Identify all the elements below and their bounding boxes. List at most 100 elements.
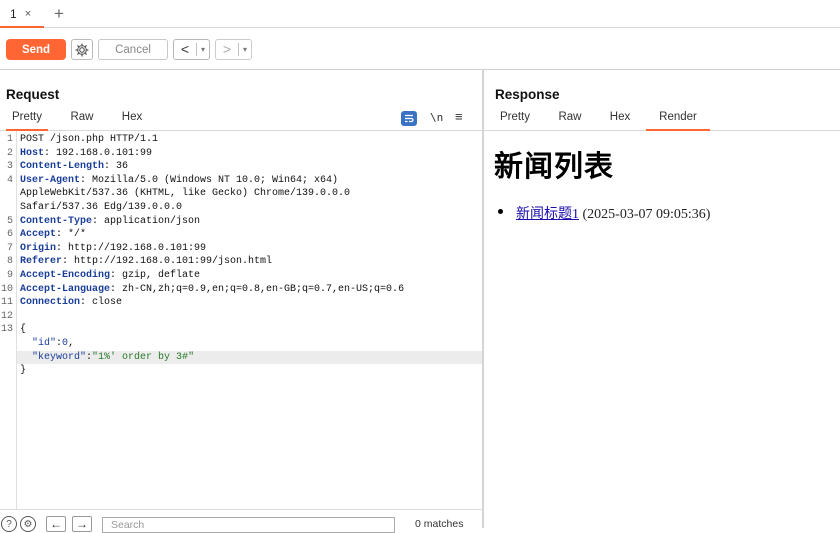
chevron-down-icon[interactable]: ▾ [239, 45, 251, 54]
line-number: 4 [6, 174, 13, 186]
editor-line: 5 Content-Type: application/json [0, 215, 482, 229]
line-code: } [20, 364, 26, 378]
line-code: Content-Length: 36 [20, 160, 128, 174]
line-code: Referer: http://192.168.0.101:99/json.ht… [20, 255, 272, 269]
header-name: Host [20, 147, 45, 159]
send-button[interactable]: Send [6, 39, 66, 60]
line-code: "id":0, [20, 337, 74, 351]
forward-button[interactable]: > ▾ [215, 39, 252, 60]
editor-line: 9 Accept-Encoding: gzip, deflate [0, 269, 482, 283]
header-value: : http://192.168.0.101:99/json.html [62, 256, 273, 268]
search-input[interactable]: Search [102, 517, 395, 533]
json-string: "1%' order by 3#" [92, 351, 195, 363]
header-name: Connection [20, 297, 81, 309]
editor-line: 4 User-Agent: Mozilla/5.0 (Windows NT 10.… [0, 174, 482, 188]
close-icon[interactable]: × [25, 8, 31, 20]
previous-match-button[interactable]: ← [46, 516, 66, 532]
header-name: Accept [20, 229, 57, 241]
line-code: Connection: close [20, 296, 122, 310]
tab-label: 1 [10, 7, 17, 21]
tab-raw[interactable]: Raw [552, 111, 588, 131]
show-newlines-button[interactable]: \n [430, 111, 443, 124]
editor-line: "keyword":"1%' order by 3#" [17, 350, 487, 365]
header-value: : zh-CN,zh;q=0.9,en;q=0.8,en-GB;q=0.7,en… [110, 283, 405, 295]
wrap-icon [405, 114, 414, 123]
next-match-button[interactable]: → [72, 516, 92, 532]
gear-icon [75, 42, 89, 57]
json-key: "id" [32, 338, 57, 349]
line-code: "keyword":"1%' order by 3#" [20, 351, 194, 365]
editor-line: "id":0, [0, 337, 482, 351]
line-number: 5 [6, 215, 13, 227]
header-value: : application/json [92, 215, 201, 227]
code-text: POST /json.php HTTP/1.1 [20, 134, 159, 145]
line-code: Accept: */* [20, 228, 86, 242]
editor-line: 13 { [0, 323, 482, 337]
header-value: : 36 [104, 161, 129, 173]
line-number: 7 [6, 242, 13, 254]
header-name: User-Agent [20, 174, 81, 186]
list-item: 新闻标题1 (2025-03-07 09:05:36) [498, 203, 711, 223]
chevron-right-icon: > [222, 41, 232, 57]
request-tabs: Pretty Raw Hex \n ≡ [0, 108, 482, 131]
gear-icon[interactable]: ⚙ [20, 516, 36, 532]
bullet [498, 209, 503, 214]
news-link[interactable]: 新闻标题1 [516, 207, 579, 222]
news-date: (2025-03-07 09:05:36) [579, 207, 711, 222]
editor-line: 11 Connection: close [0, 296, 482, 310]
editor-line: 8 Referer: http://192.168.0.101:99/json.h… [0, 255, 482, 269]
menu-icon[interactable]: ≡ [455, 109, 463, 124]
editor-line: Safari/537.36 Edg/139.0.0.0 [0, 201, 482, 215]
help-icon[interactable]: ? [1, 516, 17, 532]
code-text: Safari/537.36 Edg/139.0.0.0 [20, 202, 183, 213]
editor-line: 10 Accept-Language: zh-CN,zh;q=0.9,en;q=0… [0, 283, 482, 297]
cancel-button[interactable]: Cancel [98, 39, 168, 60]
line-code: Content-Type: application/json [20, 215, 200, 229]
line-code: AppleWebKit/537.36 (KHTML, like Gecko) C… [20, 187, 350, 201]
tab-1[interactable]: 1 × [0, 2, 44, 28]
header-value: : 192.168.0.101:99 [44, 147, 153, 159]
line-number: 6 [6, 229, 13, 241]
chevron-down-icon[interactable]: ▾ [197, 45, 209, 54]
json-comma: , [68, 338, 75, 349]
tab-hex[interactable]: Hex [602, 111, 638, 131]
back-button[interactable]: < ▾ [173, 39, 210, 60]
line-code: { [20, 323, 26, 337]
header-value: : Mozilla/5.0 (Windows NT 10.0; Win64; x… [80, 174, 339, 186]
panel-title: Request [6, 87, 60, 102]
line-code: Safari/537.36 Edg/139.0.0.0 [20, 201, 182, 215]
editor-line: 7 Origin: http://192.168.0.101:99 [0, 242, 482, 256]
editor-line: 2 Host: 192.168.0.101:99 [0, 147, 482, 161]
tab-render[interactable]: Render [646, 111, 710, 131]
header-value: : gzip, deflate [110, 270, 201, 281]
add-tab-button[interactable]: + [54, 4, 64, 24]
editor-line: 3 Content-Length: 36 [0, 160, 482, 174]
line-number: 11 [0, 297, 13, 309]
request-editor[interactable]: 1 POST /json.php HTTP/1.1 2 Host: 192.168.0… [0, 131, 487, 509]
line-code: Origin: http://192.168.0.101:99 [20, 242, 206, 256]
header-value: : */* [56, 229, 87, 241]
line-number: 10 [0, 283, 13, 295]
request-panel: Request Pretty Raw Hex \n ≡ 1 POST /json.… [0, 70, 487, 533]
line-number: 12 [0, 310, 13, 322]
panel-title: Response [495, 87, 560, 102]
response-panel: Response Pretty Raw Hex Render 新闻列表 新闻标题… [484, 70, 840, 528]
line-code: User-Agent: Mozilla/5.0 (Windows NT 10.0… [20, 174, 338, 188]
header-name: Origin [20, 242, 57, 254]
header-value: : http://192.168.0.101:99 [56, 242, 207, 254]
line-number: 9 [6, 270, 13, 281]
header-name: Accept-Language [20, 283, 111, 295]
tab-pretty[interactable]: Pretty [495, 111, 535, 131]
line-number: 8 [6, 256, 13, 268]
toolbar: Send Cancel < ▾ > ▾ [0, 28, 840, 70]
tab-hex[interactable]: Hex [114, 111, 150, 131]
header-name: Referer [20, 256, 63, 268]
tab-raw[interactable]: Raw [64, 111, 100, 131]
wrap-lines-button[interactable] [401, 111, 417, 126]
line-number: 13 [0, 324, 13, 336]
settings-button[interactable] [71, 39, 93, 60]
editor-line: 12 [0, 310, 482, 324]
tab-pretty[interactable]: Pretty [6, 111, 48, 131]
line-code: Accept-Encoding: gzip, deflate [20, 269, 200, 283]
editor-line: 1 POST /json.php HTTP/1.1 [0, 133, 482, 147]
